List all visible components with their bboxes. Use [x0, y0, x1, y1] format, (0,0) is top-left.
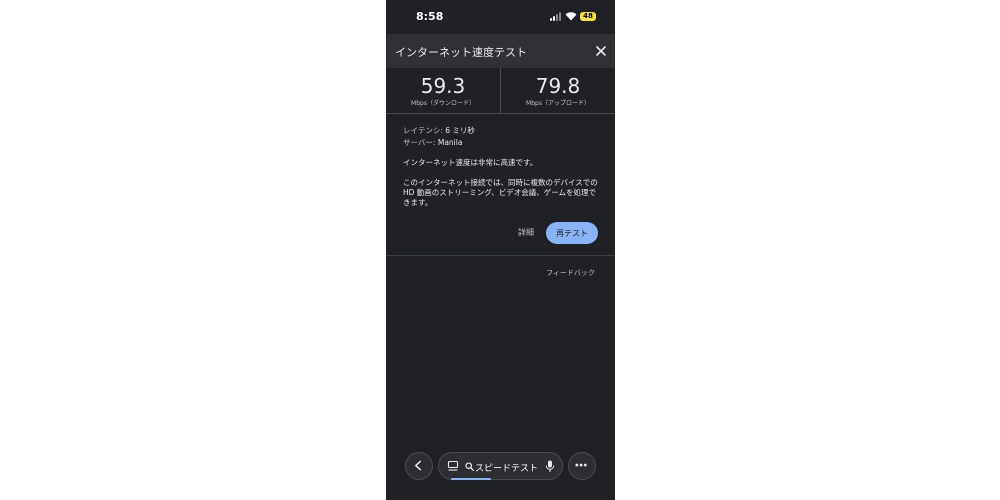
- server-label: サーバー:: [403, 138, 436, 147]
- latency-value: 6 ミリ秒: [445, 126, 475, 135]
- panel-header: インターネット速度テスト: [386, 34, 615, 68]
- download-result: 59.3 Mbps（ダウンロード）: [386, 68, 500, 113]
- search-query: スピードテスト: [475, 464, 539, 474]
- address-bar[interactable]: スピードテスト: [438, 452, 563, 480]
- latency-line: レイテンシ: 6 ミリ秒: [403, 126, 603, 136]
- upload-unit: Mbps（アップロード）: [526, 100, 590, 107]
- feedback-link[interactable]: フィードバック: [546, 268, 595, 278]
- speed-description: このインターネット接続では、同時に複数のデバイスでの HD 動画のストリーミング…: [403, 178, 598, 207]
- more-icon: [575, 463, 587, 467]
- signal-icon: [550, 12, 562, 21]
- battery-icon: 48: [580, 12, 596, 21]
- speed-summary: インターネット速度は非常に高速です。: [403, 158, 538, 167]
- status-bar: 8:58 48: [386, 0, 615, 34]
- latency-label: レイテンシ:: [403, 126, 443, 135]
- back-button[interactable]: [405, 452, 433, 480]
- loading-progress-bar: [451, 478, 491, 480]
- status-time: 8:58: [416, 10, 444, 23]
- server-value: Manila: [437, 138, 463, 147]
- back-icon: [415, 460, 422, 471]
- close-icon[interactable]: [593, 43, 609, 59]
- details-link[interactable]: 詳細: [518, 227, 534, 238]
- download-unit: Mbps（ダウンロード）: [411, 100, 475, 107]
- download-value: 59.3: [420, 74, 466, 98]
- page-title: インターネット速度テスト: [395, 46, 527, 59]
- mic-icon[interactable]: [545, 460, 555, 473]
- divider: [386, 113, 615, 114]
- tabs-icon[interactable]: [447, 460, 459, 472]
- speed-results: 59.3 Mbps（ダウンロード） 79.8 Mbps（アップロード）: [386, 68, 615, 114]
- more-button[interactable]: [568, 452, 596, 480]
- divider: [386, 255, 615, 256]
- phone-screen: 8:58 48 インターネット速度テスト 59.3 Mbps（ダウンロード） 7…: [386, 0, 615, 500]
- upload-result: 79.8 Mbps（アップロード）: [501, 68, 615, 113]
- upload-value: 79.8: [535, 74, 581, 98]
- wifi-icon: [565, 12, 577, 21]
- retest-button[interactable]: 再テスト: [546, 222, 598, 244]
- server-line: サーバー: Manila: [403, 138, 603, 148]
- search-icon: [465, 462, 474, 471]
